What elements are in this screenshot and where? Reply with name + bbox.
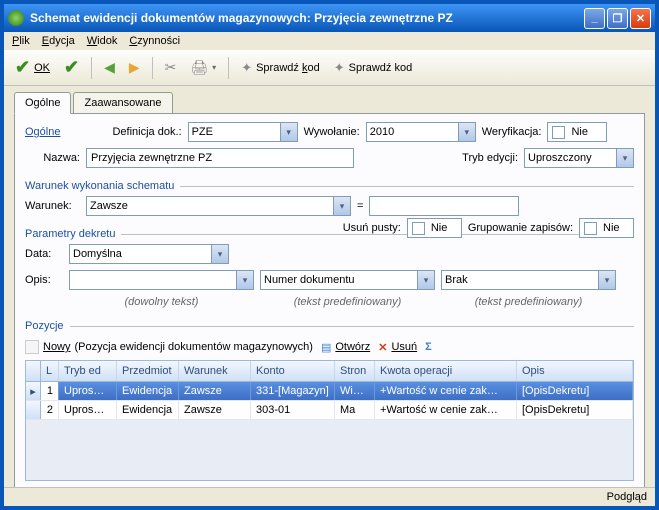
printer-icon: 🖨: [190, 59, 208, 76]
menu-czynnosci[interactable]: Czynności: [129, 35, 180, 47]
grid-header: L Tryb ed Przedmiot Warunek Konto Stron …: [26, 361, 633, 382]
opis-label: Opis:: [25, 274, 63, 286]
nazwa-label: Nazwa:: [25, 152, 80, 164]
col-przed[interactable]: Przedmiot: [117, 361, 179, 381]
nav-forward-button[interactable]: ▶: [124, 56, 145, 79]
table-row[interactable]: ▸ 1 Upros… Ewidencja Zawsze 331-[Magazyn…: [26, 382, 633, 401]
chevron-down-icon: ▾: [598, 271, 615, 289]
sum-button[interactable]: Σ: [425, 341, 432, 353]
app-icon: [8, 10, 24, 26]
menu-plik[interactable]: Plik: [12, 35, 30, 47]
open-icon: ▤: [321, 341, 331, 354]
close-button[interactable]: ✕: [630, 8, 651, 29]
eq-label: =: [357, 200, 363, 212]
wywolanie-label: Wywołanie:: [304, 126, 360, 138]
checkbox-icon: [552, 126, 565, 139]
col-stron[interactable]: Stron: [335, 361, 375, 381]
usun-button[interactable]: ✕Usuń: [378, 341, 417, 354]
hint-predef-2: (tekst predefiniowany): [441, 296, 616, 308]
row-marker-icon: [26, 401, 41, 419]
tab-zaawansowane[interactable]: Zaawansowane: [73, 92, 172, 114]
warunek-label: Warunek:: [25, 200, 80, 212]
chevron-down-icon: ▾: [212, 63, 216, 72]
tab-ogolne[interactable]: Ogólne: [14, 92, 71, 114]
titlebar: Schemat ewidencji dokumentów magazynowyc…: [4, 4, 655, 32]
chevron-down-icon: ▾: [280, 123, 297, 141]
confirm-button[interactable]: ✔: [59, 54, 84, 81]
chevron-down-icon: ▾: [616, 149, 633, 167]
grup-check[interactable]: Nie: [579, 218, 634, 238]
sigma-icon: Σ: [425, 341, 432, 353]
opis-brak-combo[interactable]: Brak▾: [441, 270, 616, 290]
menu-edycja[interactable]: Edycja: [42, 35, 75, 47]
tools-button[interactable]: ✂: [160, 56, 182, 79]
wand-icon: ✦: [241, 60, 252, 76]
weryfikacja-label: Weryfikacja:: [482, 126, 542, 138]
grid-empty-area: [26, 420, 633, 480]
chevron-down-icon: ▾: [211, 245, 228, 263]
col-konto[interactable]: Konto: [251, 361, 335, 381]
data-combo[interactable]: Domyślna▾: [69, 244, 229, 264]
chevron-down-icon: ▾: [236, 271, 253, 289]
check-icon: ✔: [64, 57, 79, 78]
col-war[interactable]: Warunek: [179, 361, 251, 381]
ogolne-link[interactable]: Ogólne: [25, 126, 60, 138]
opis-predef-combo[interactable]: Numer dokumentu▾: [260, 270, 435, 290]
data-label: Data:: [25, 248, 63, 260]
usun-check[interactable]: Nie: [407, 218, 462, 238]
menubar: Plik Edycja Widok Czynności: [4, 32, 655, 50]
definicja-label: Definicja dok.:: [112, 126, 181, 138]
status-podglad[interactable]: Podgląd: [607, 491, 647, 503]
maximize-button[interactable]: ❐: [607, 8, 628, 29]
col-l[interactable]: L: [41, 361, 59, 381]
arrow-left-icon: ◀: [104, 59, 115, 76]
row-marker-icon: ▸: [26, 382, 41, 400]
print-button[interactable]: 🖨▾: [185, 56, 221, 79]
otworz-button[interactable]: ▤Otwórz: [321, 341, 370, 354]
new-icon: [25, 340, 39, 354]
menu-widok[interactable]: Widok: [87, 35, 118, 47]
nazwa-input[interactable]: Przyjęcia zewnętrzne PZ: [86, 148, 354, 168]
toolbar: ✔OK ✔ ◀ ▶ ✂ 🖨▾ ✦Sprawdź kod ✦Sprawdź kod: [4, 50, 655, 86]
minimize-button[interactable]: _: [584, 8, 605, 29]
statusbar: Podgląd: [4, 487, 655, 506]
warunek-rhs-input[interactable]: [369, 196, 519, 216]
grup-label: Grupowanie zapisów:: [468, 222, 573, 234]
pozycje-section-header: Pozycje: [25, 320, 634, 332]
col-opis[interactable]: Opis: [517, 361, 633, 381]
nav-back-button[interactable]: ◀: [99, 56, 120, 79]
ok-button[interactable]: ✔OK: [10, 54, 55, 81]
col-kwota[interactable]: Kwota operacji: [375, 361, 517, 381]
trybed-label: Tryb edycji:: [462, 152, 518, 164]
nowy-button[interactable]: Nowy (Pozycja ewidencji dokumentów magaz…: [25, 340, 313, 354]
definicja-combo[interactable]: PZE▾: [188, 122, 298, 142]
hint-predef-1: (tekst predefiniowany): [260, 296, 435, 308]
check-icon: ✔: [15, 57, 30, 78]
table-row[interactable]: 2 Upros… Ewidencja Zawsze 303-01 Ma +War…: [26, 401, 633, 420]
col-tryb[interactable]: Tryb ed: [59, 361, 117, 381]
checkbox-icon: [412, 222, 425, 235]
trybed-combo[interactable]: Uproszczony▾: [524, 148, 634, 168]
warunek-section-header: Warunek wykonania schematu: [25, 180, 634, 192]
sprawdz-kod-button-2[interactable]: ✦Sprawdź kod: [329, 57, 418, 79]
chevron-down-icon: ▾: [417, 271, 434, 289]
wywolanie-combo[interactable]: 2010▾: [366, 122, 476, 142]
arrow-right-icon: ▶: [129, 59, 140, 76]
warunek-combo[interactable]: Zawsze▾: [86, 196, 351, 216]
usun-label: Usuń pusty:: [343, 222, 401, 234]
chevron-down-icon: ▾: [458, 123, 475, 141]
chevron-down-icon: ▾: [333, 197, 350, 215]
wand-icon: ✦: [334, 60, 345, 76]
opis-free-combo[interactable]: ▾: [69, 270, 254, 290]
sprawdz-kod-button-1[interactable]: ✦Sprawdź kod: [236, 57, 325, 79]
delete-icon: ✕: [378, 341, 387, 354]
tools-icon: ✂: [165, 59, 177, 76]
pozycje-grid: L Tryb ed Przedmiot Warunek Konto Stron …: [25, 360, 634, 481]
window-title: Schemat ewidencji dokumentów magazynowyc…: [30, 11, 584, 25]
hint-free: (dowolny tekst): [69, 296, 254, 308]
checkbox-icon: [584, 222, 597, 235]
weryfikacja-check[interactable]: Nie: [547, 122, 607, 142]
